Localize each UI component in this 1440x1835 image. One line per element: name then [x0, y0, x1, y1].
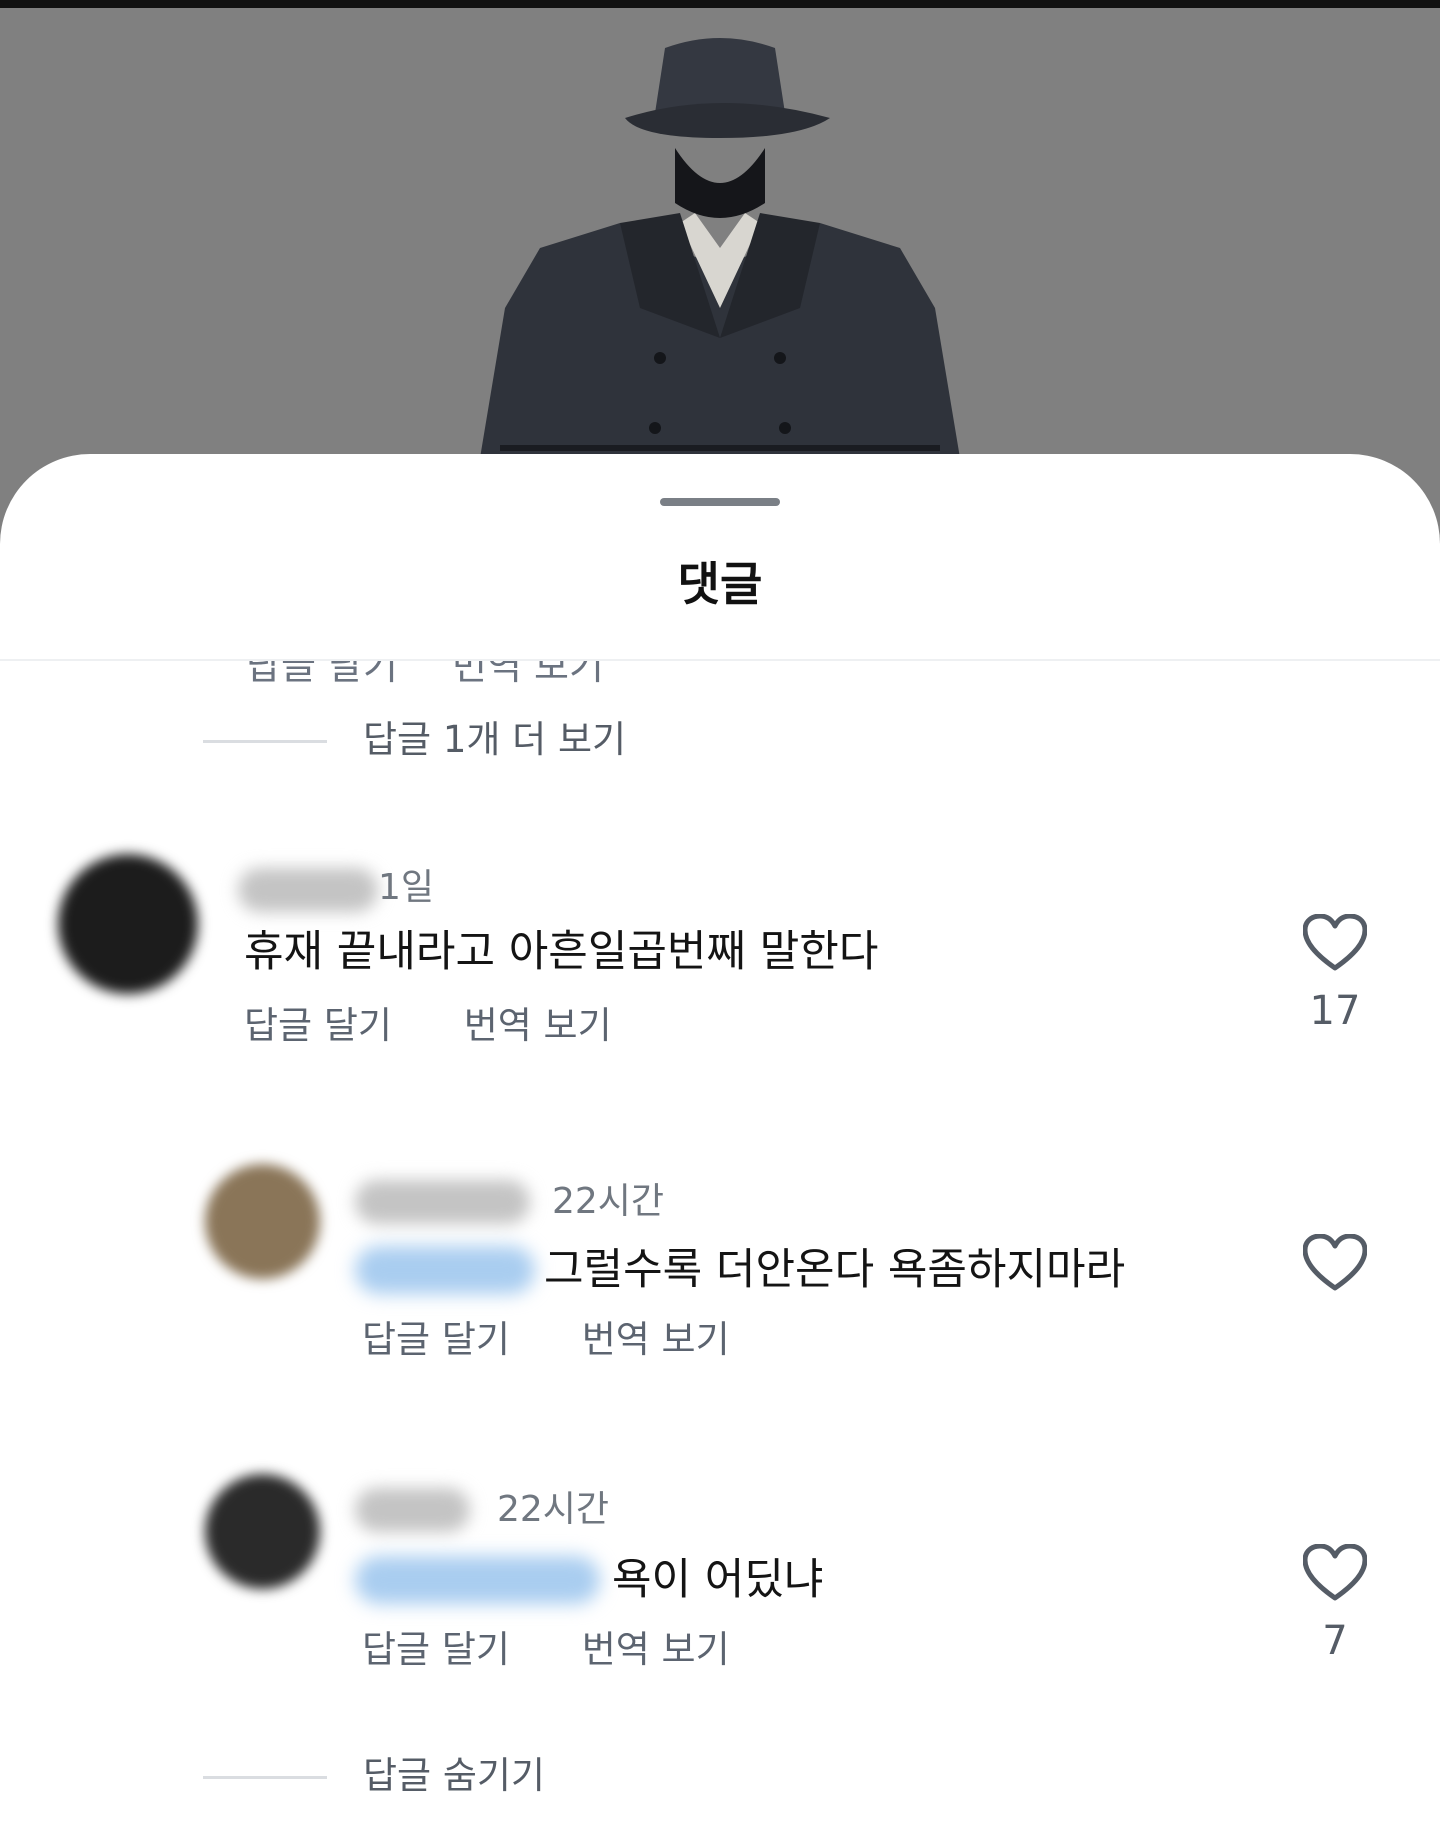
reply-button[interactable]: 답글 달기	[244, 1002, 392, 1050]
thread-line	[203, 740, 327, 743]
clipped-translate-button[interactable]: 번역 보기	[452, 661, 604, 690]
like-control: 7	[1295, 1544, 1375, 1666]
hero-illustration	[0, 8, 1440, 458]
view-more-replies-button[interactable]: 답글 1개 더 보기	[203, 716, 703, 766]
like-count: 17	[1309, 988, 1361, 1034]
sheet-drag-handle[interactable]	[660, 498, 780, 506]
like-control	[1295, 1234, 1375, 1292]
heart-outline-icon[interactable]	[1303, 914, 1367, 972]
trenchcoat-figure-image	[480, 38, 960, 458]
translate-button[interactable]: 번역 보기	[582, 1626, 730, 1674]
clipped-previous-actions: 답글 달기 번역 보기	[0, 661, 1440, 691]
reply-button[interactable]: 답글 달기	[362, 1316, 510, 1364]
mention-blurred[interactable]	[355, 1556, 600, 1604]
hide-replies-label: 답글 숨기기	[363, 1754, 545, 1797]
comments-sheet: 댓글 답글 달기 번역 보기 답글 1개 더 보기 1일 휴재 끝내라고 아흔일…	[0, 454, 1440, 1835]
comment-text: 그럴수록 더안온다 욕좀하지마라	[544, 1245, 1126, 1295]
translate-button[interactable]: 번역 보기	[582, 1316, 730, 1364]
avatar[interactable]	[205, 1474, 320, 1589]
comment-time: 22시간	[497, 1489, 610, 1530]
like-control: 17	[1295, 914, 1375, 1036]
comment-actions: 답글 달기 번역 보기	[362, 1316, 730, 1364]
translate-button[interactable]: 번역 보기	[464, 1002, 612, 1050]
status-bar	[0, 0, 1440, 8]
comment-text: 휴재 끝내라고 아흔일곱번째 말한다	[244, 927, 879, 977]
heart-outline-icon[interactable]	[1303, 1234, 1367, 1292]
avatar[interactable]	[205, 1164, 320, 1279]
hide-replies-button[interactable]: 답글 숨기기	[203, 1752, 703, 1802]
username-blurred[interactable]	[355, 1180, 530, 1224]
clipped-reply-button[interactable]: 답글 달기	[246, 661, 398, 690]
thread-line	[203, 1776, 327, 1779]
comment-text: 욕이 어딨냐	[612, 1555, 824, 1605]
username-blurred[interactable]	[355, 1488, 470, 1532]
avatar[interactable]	[58, 854, 198, 994]
reply-button[interactable]: 답글 달기	[362, 1626, 510, 1674]
comment-time: 22시간	[552, 1181, 665, 1222]
comment-time: 1일	[378, 867, 435, 908]
like-count: 7	[1322, 1618, 1348, 1664]
mention-blurred[interactable]	[355, 1246, 535, 1294]
sheet-title: 댓글	[677, 557, 763, 611]
comment-actions: 답글 달기 번역 보기	[362, 1626, 730, 1674]
view-more-replies-label: 답글 1개 더 보기	[363, 718, 627, 761]
comment-actions: 답글 달기 번역 보기	[244, 1002, 612, 1050]
heart-outline-icon[interactable]	[1303, 1544, 1367, 1602]
username-blurred[interactable]	[238, 868, 378, 912]
